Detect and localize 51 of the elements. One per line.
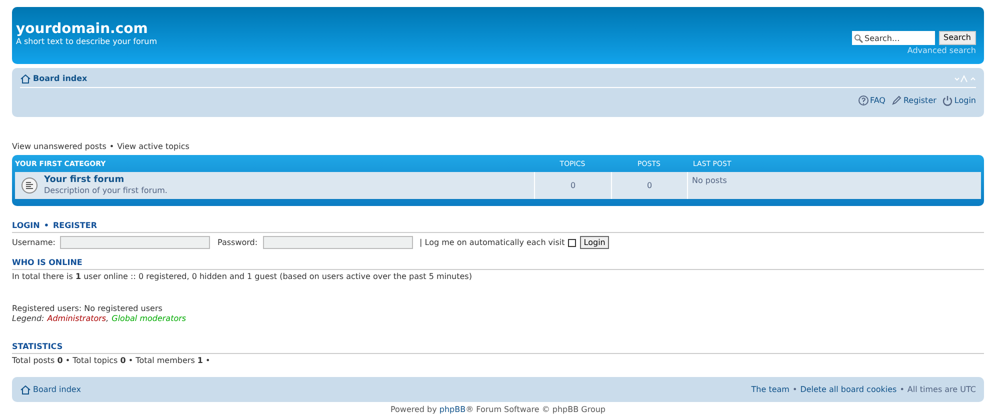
nav-link[interactable]: FAQ bbox=[858, 95, 886, 106]
pencil-icon bbox=[891, 95, 902, 106]
footer-link[interactable]: The team bbox=[751, 384, 790, 394]
breadcrumb-link[interactable]: Board index bbox=[33, 384, 81, 394]
search-button[interactable]: Search bbox=[938, 31, 976, 45]
quick-link[interactable]: View active topics bbox=[117, 142, 190, 152]
site-title[interactable]: yourdomain.com bbox=[16, 21, 158, 37]
breadcrumb-link[interactable]: Board index bbox=[33, 74, 88, 84]
password-field[interactable] bbox=[262, 236, 413, 249]
nav-link[interactable]: Login bbox=[942, 95, 976, 106]
section-heading[interactable]: REGISTER bbox=[52, 221, 97, 231]
separator-dot: • bbox=[900, 384, 904, 394]
autologin-checkbox[interactable] bbox=[568, 238, 576, 246]
forum-description: Description of your first forum. bbox=[44, 186, 168, 196]
section-heading[interactable]: LOGIN bbox=[12, 221, 40, 231]
powered-by-text: Powered by phpBB® Forum Software © phpBB Group bbox=[389, 405, 607, 415]
home-icon bbox=[20, 74, 31, 84]
power-icon bbox=[942, 95, 954, 106]
group-link[interactable]: Global moderators bbox=[112, 314, 186, 324]
online-summary: In total there is 1 user online :: 0 registered, 0 hidden and 1 guest (based on users active over the past 5 minutes) bbox=[12, 272, 473, 282]
field-label: Username: bbox=[12, 238, 56, 248]
autologin-label: | Log me on automatically each visit bbox=[420, 238, 565, 248]
search-field[interactable]: Search... bbox=[852, 31, 935, 45]
nav-link[interactable]: Register bbox=[891, 95, 936, 106]
forum-icon bbox=[21, 177, 38, 194]
quick-link[interactable]: View unanswered posts bbox=[12, 142, 106, 152]
home-icon bbox=[20, 384, 31, 394]
timezone-text: All times are UTC bbox=[907, 384, 976, 394]
phpbb-link[interactable]: phpBB bbox=[439, 405, 466, 414]
site-description: A short text to describe your forum bbox=[16, 37, 158, 47]
comma: , bbox=[106, 314, 109, 324]
statistics-text: Total posts 0 • Total topics 0 • Total members 1 • bbox=[12, 356, 212, 366]
separator-dot: • bbox=[792, 384, 798, 394]
group-link[interactable]: Administrators bbox=[47, 314, 106, 324]
last-post-cell: No posts bbox=[687, 172, 981, 199]
login-button[interactable]: Login bbox=[580, 236, 610, 249]
section-heading: WHO IS ONLINE bbox=[12, 258, 984, 270]
registered-users: Registered users: No registered users bbox=[12, 304, 164, 314]
search-icon bbox=[854, 34, 863, 42]
legend-label: Legend: bbox=[12, 314, 44, 324]
footer-link[interactable]: Delete all board cookies bbox=[800, 384, 897, 394]
field-label: Password: bbox=[217, 238, 258, 248]
section-heading: STATISTICS bbox=[12, 342, 984, 354]
font-size-icon[interactable] bbox=[954, 75, 976, 83]
username-field[interactable] bbox=[60, 236, 210, 249]
separator-dot: • bbox=[109, 142, 114, 152]
separator-dot: • bbox=[44, 221, 49, 231]
topics-cell: 0 bbox=[534, 172, 611, 199]
forum-title[interactable]: Your first forum bbox=[44, 175, 168, 186]
help-icon bbox=[858, 95, 869, 106]
posts-cell: 0 bbox=[611, 172, 687, 199]
